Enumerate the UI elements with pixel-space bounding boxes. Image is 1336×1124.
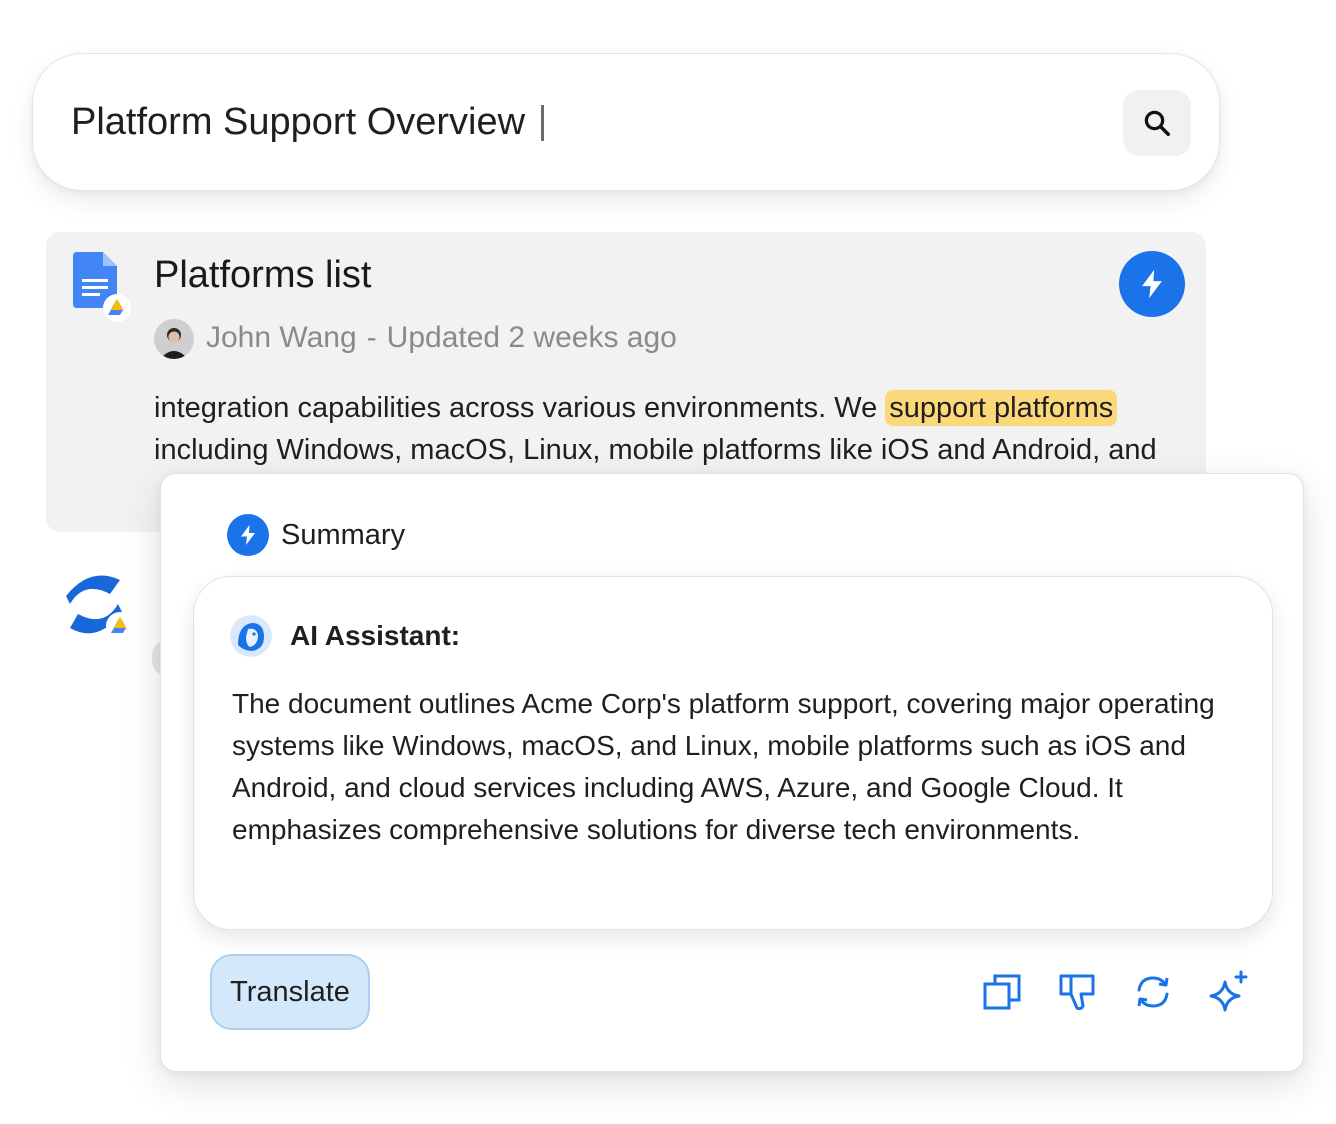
- summary-panel: Summary AI Assistant: The document outli…: [160, 473, 1304, 1072]
- assistant-name: AI Assistant:: [290, 620, 461, 651]
- snippet-text: integration capabilities across various …: [154, 392, 886, 424]
- confluence-icon: [66, 575, 134, 640]
- summary-label: Summary: [281, 518, 406, 551]
- lightning-icon: [241, 525, 255, 545]
- refresh-icon[interactable]: [1131, 970, 1175, 1014]
- google-docs-icon: [73, 252, 131, 322]
- result-snippet: integration capabilities across various …: [154, 387, 1204, 471]
- result-meta: John Wang - Updated 2 weeks ago: [206, 321, 677, 355]
- search-icon: [1144, 110, 1170, 136]
- author-avatar: [154, 319, 194, 359]
- copy-icon[interactable]: [981, 970, 1025, 1014]
- quick-summary-button[interactable]: [1119, 251, 1185, 317]
- author-name: John Wang: [206, 321, 357, 354]
- assistant-avatar-icon: [230, 615, 272, 657]
- translate-button[interactable]: Translate: [210, 954, 370, 1030]
- search-input[interactable]: Platform Support Overview: [71, 101, 545, 144]
- summary-header: Summary: [227, 514, 405, 556]
- search-query: Platform Support Overview: [71, 101, 526, 143]
- search-button[interactable]: [1123, 90, 1191, 156]
- snippet-text-continued: including Windows, macOS, Linux, mobile …: [154, 434, 1157, 466]
- lightning-badge: [227, 514, 269, 556]
- assistant-response-card: AI Assistant: The document outlines Acme…: [193, 576, 1273, 930]
- assistant-header: AI Assistant:: [230, 615, 460, 657]
- snippet-highlight: support platforms: [885, 390, 1118, 426]
- result-title[interactable]: Platforms list: [154, 254, 371, 297]
- thumbs-down-icon[interactable]: [1055, 970, 1099, 1014]
- meta-separator: -: [366, 321, 377, 354]
- lightning-icon: [1142, 269, 1162, 299]
- updated-time: Updated 2 weeks ago: [386, 321, 677, 354]
- summary-text: The document outlines Acme Corp's platfo…: [232, 688, 1215, 845]
- text-caret: [541, 104, 545, 141]
- search-bar[interactable]: Platform Support Overview: [32, 53, 1220, 191]
- sparkle-icon[interactable]: [1207, 970, 1251, 1014]
